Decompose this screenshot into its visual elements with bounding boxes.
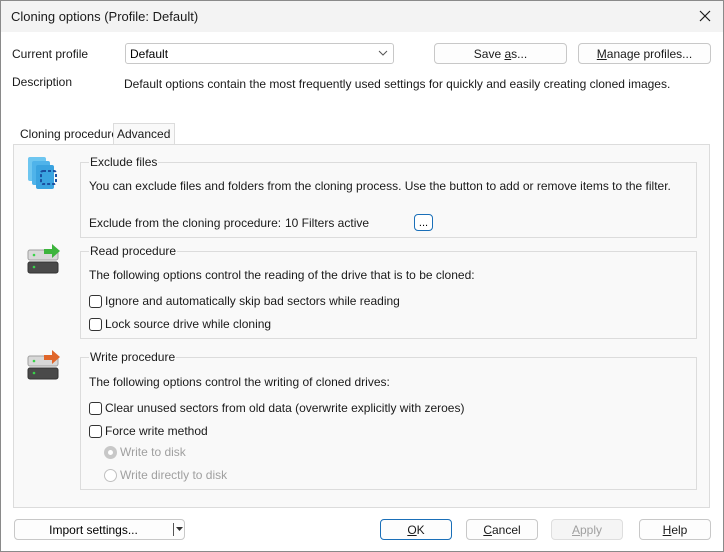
- checkbox-label: Lock source drive while cloning: [105, 317, 272, 331]
- read-procedure-title: Read procedure: [89, 244, 178, 258]
- checkbox-box: [89, 294, 102, 308]
- checkbox-box: [89, 317, 102, 331]
- import-settings-label: Import settings...: [49, 522, 138, 537]
- read-procedure-group: Read procedure The following options con…: [80, 244, 697, 339]
- apply-label: Apply: [571, 522, 603, 537]
- tab-advanced[interactable]: Advanced: [113, 123, 175, 145]
- checkbox-label: Force write method: [105, 424, 208, 438]
- cancel-label: Cancel: [483, 522, 521, 537]
- checkbox-label: Clear unused sectors from old data (over…: [105, 401, 465, 415]
- write-procedure-title: Write procedure: [89, 350, 177, 364]
- force-write-method-checkbox[interactable]: Force write method: [89, 424, 208, 438]
- read-drive-icon: [27, 244, 60, 274]
- clear-unused-sectors-checkbox[interactable]: Clear unused sectors from old data (over…: [89, 401, 464, 415]
- current-profile-value: Default: [130, 47, 169, 61]
- ok-label: OK: [407, 522, 425, 537]
- ellipsis-label: ...: [418, 216, 429, 229]
- tab-label: Cloning procedure: [20, 127, 119, 141]
- checkbox-box: [89, 424, 102, 438]
- cancel-button[interactable]: Cancel: [466, 519, 538, 540]
- import-settings-button[interactable]: Import settings...: [15, 520, 172, 539]
- filters-status: 10 Filters active: [285, 216, 370, 230]
- import-settings-split-button[interactable]: Import settings...: [14, 519, 185, 540]
- lock-source-drive-checkbox[interactable]: Lock source drive while cloning: [89, 317, 271, 331]
- write-procedure-group: Write procedure The following options co…: [80, 350, 697, 490]
- skip-bad-sectors-checkbox[interactable]: Ignore and automatically skip bad sector…: [89, 294, 400, 308]
- chevron-down-icon: [378, 50, 388, 56]
- read-procedure-description: The following options control the readin…: [89, 268, 475, 282]
- help-button[interactable]: Help: [639, 519, 711, 540]
- help-label: Help: [662, 522, 688, 537]
- dropdown-arrow-icon[interactable]: [176, 527, 183, 532]
- description-label: Description: [12, 75, 73, 89]
- write-procedure-description: The following options control the writin…: [89, 375, 390, 389]
- radio-label: Write to disk: [120, 445, 186, 459]
- apply-button[interactable]: Apply: [551, 519, 623, 540]
- advanced-tab-panel: Exclude files You can exclude files and …: [13, 144, 710, 508]
- exclude-from-cloning-label: Exclude from the cloning procedure:: [89, 216, 282, 230]
- exclude-files-description: You can exclude files and folders from t…: [89, 179, 671, 193]
- description-text: Default options contain the most frequen…: [124, 77, 671, 91]
- exclude-files-icon: [28, 157, 57, 189]
- save-as-label: Save as...: [473, 46, 528, 61]
- current-profile-select[interactable]: Default: [125, 43, 394, 64]
- radio-circle: [104, 445, 117, 459]
- tab-label: Advanced: [117, 127, 171, 141]
- write-directly-to-disk-radio[interactable]: Write directly to disk: [104, 468, 227, 482]
- split-separator: [173, 523, 174, 536]
- close-button[interactable]: [693, 5, 717, 27]
- save-as-button[interactable]: Save as...: [434, 43, 567, 64]
- current-profile-label: Current profile: [12, 47, 89, 61]
- tab-cloning-procedure[interactable]: Cloning procedure: [17, 124, 121, 144]
- write-drive-icon: [27, 350, 60, 380]
- edit-filters-button[interactable]: ...: [414, 214, 433, 231]
- checkbox-label: Ignore and automatically skip bad sector…: [105, 294, 400, 308]
- exclude-files-group: Exclude files You can exclude files and …: [80, 155, 697, 238]
- radio-circle: [104, 468, 117, 482]
- close-icon: [699, 10, 711, 22]
- ok-button[interactable]: OK: [380, 519, 452, 540]
- checkbox-box: [89, 401, 102, 415]
- manage-profiles-button[interactable]: Manage profiles...: [578, 43, 711, 64]
- title-bar: Cloning options (Profile: Default): [1, 1, 723, 32]
- radio-label: Write directly to disk: [120, 468, 228, 482]
- exclude-files-title: Exclude files: [89, 155, 159, 169]
- cloning-options-dialog: Cloning options (Profile: Default) Curre…: [0, 0, 724, 552]
- write-to-disk-radio[interactable]: Write to disk: [104, 445, 186, 459]
- window-title: Cloning options (Profile: Default): [11, 9, 199, 24]
- manage-profiles-label: Manage profiles...: [596, 46, 693, 61]
